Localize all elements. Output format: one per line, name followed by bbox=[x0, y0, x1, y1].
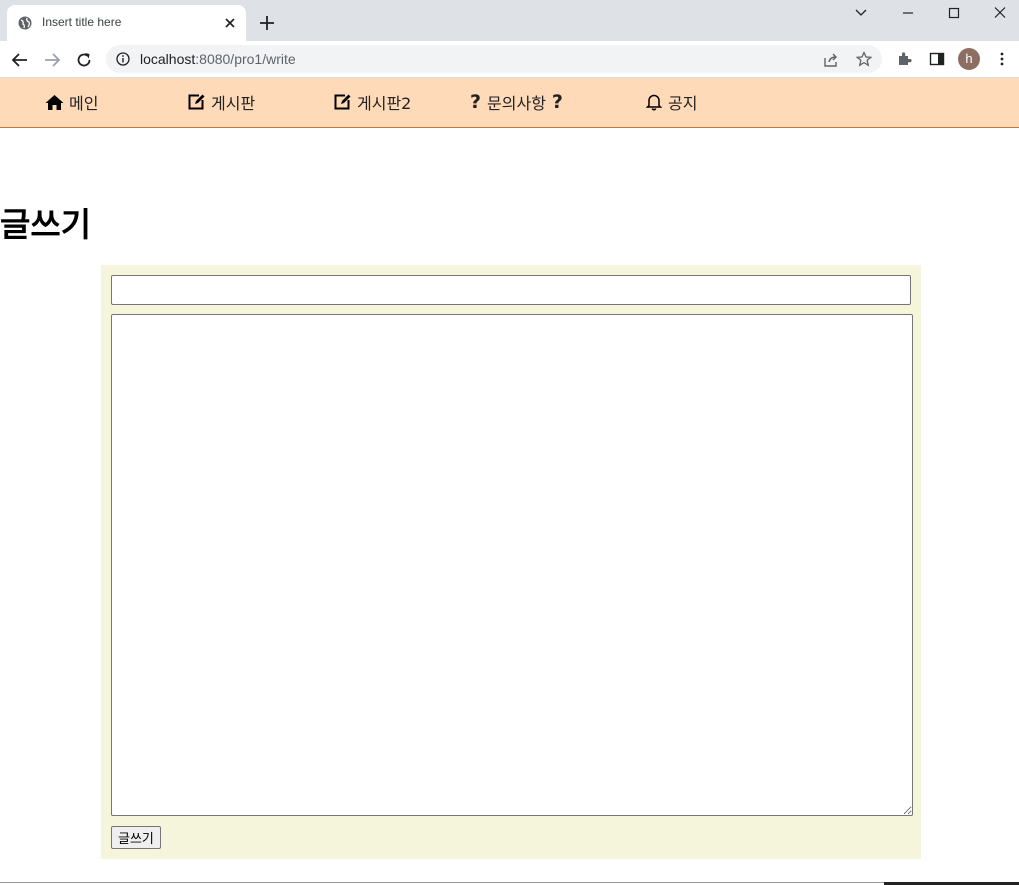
bookmark-star-icon[interactable] bbox=[856, 51, 872, 67]
nav-item-main[interactable]: 메인 bbox=[45, 90, 98, 114]
window-close-icon[interactable] bbox=[990, 6, 1010, 20]
url-text: localhost:8080/pro1/write bbox=[140, 51, 296, 67]
browser-tab[interactable]: Insert title here bbox=[7, 5, 246, 41]
window-bottom-border bbox=[0, 882, 1019, 883]
content-textarea[interactable] bbox=[111, 314, 913, 816]
browser-toolbar: localhost:8080/pro1/write h bbox=[0, 41, 1019, 78]
nav-item-board[interactable]: 게시판 bbox=[187, 90, 255, 114]
home-icon bbox=[45, 94, 64, 110]
minimize-icon[interactable] bbox=[898, 6, 918, 20]
reload-icon[interactable] bbox=[75, 51, 93, 69]
page-title: 글쓰기 bbox=[0, 205, 92, 244]
question-icon: ? bbox=[470, 91, 482, 113]
edit-icon bbox=[334, 94, 351, 110]
forward-arrow-icon[interactable] bbox=[43, 51, 61, 69]
extensions-puzzle-icon[interactable] bbox=[897, 51, 913, 67]
more-menu-icon[interactable] bbox=[994, 51, 1010, 67]
edit-icon bbox=[188, 94, 205, 110]
maximize-icon[interactable] bbox=[944, 6, 964, 20]
chevron-down-icon[interactable] bbox=[851, 6, 871, 20]
nav-item-label: 게시판2 bbox=[357, 94, 412, 113]
nav-item-board2[interactable]: 게시판2 bbox=[333, 90, 411, 114]
nav-item-label: 게시판 bbox=[211, 94, 256, 113]
nav-item-inquiry[interactable]: ? 문의사항 ? bbox=[470, 90, 563, 114]
globe-icon bbox=[18, 16, 32, 30]
question-icon: ? bbox=[551, 91, 563, 113]
site-nav-bar: 메인 게시판 게시판2 ? 문의사항 ? 공지 bbox=[0, 78, 1019, 128]
share-icon[interactable] bbox=[823, 52, 839, 68]
new-tab-icon[interactable] bbox=[259, 15, 275, 31]
profile-avatar[interactable]: h bbox=[958, 48, 980, 70]
close-icon[interactable] bbox=[223, 16, 237, 30]
address-bar[interactable]: localhost:8080/pro1/write bbox=[106, 45, 882, 73]
back-arrow-icon[interactable] bbox=[11, 51, 29, 69]
side-panel-icon[interactable] bbox=[929, 51, 945, 67]
browser-tabstrip: Insert title here bbox=[0, 0, 1019, 41]
title-input[interactable] bbox=[111, 275, 911, 305]
submit-button[interactable]: 글쓰기 bbox=[111, 826, 161, 849]
nav-item-notice[interactable]: 공지 bbox=[645, 90, 697, 114]
nav-item-label: 문의사항 bbox=[487, 94, 546, 113]
write-form: 글쓰기 bbox=[101, 265, 921, 859]
nav-item-label: 공지 bbox=[668, 94, 698, 113]
bell-icon bbox=[645, 94, 663, 111]
nav-item-label: 메인 bbox=[69, 94, 99, 113]
tab-title: Insert title here bbox=[42, 15, 122, 29]
info-icon[interactable] bbox=[116, 52, 130, 66]
